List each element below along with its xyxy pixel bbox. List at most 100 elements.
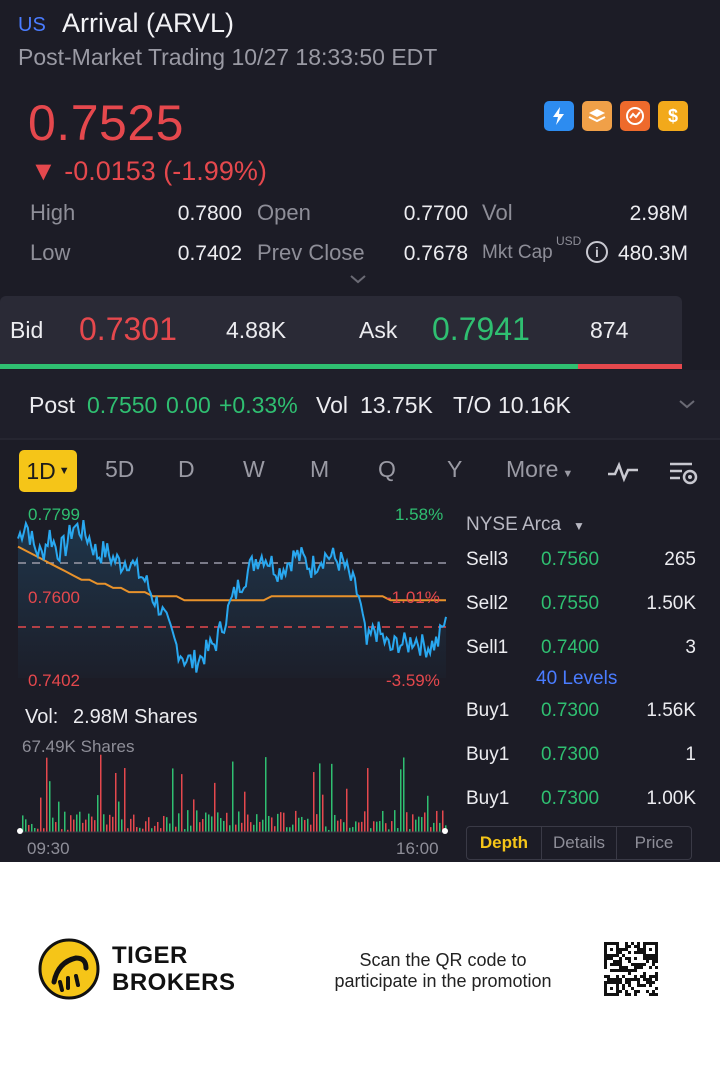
tab-d[interactable]: D bbox=[178, 456, 195, 483]
chart-pct-high: 1.58% bbox=[395, 505, 444, 524]
volume-bar bbox=[259, 821, 261, 832]
volume-bar bbox=[343, 822, 345, 832]
divider bbox=[0, 438, 720, 440]
chart-settings-icon[interactable] bbox=[667, 458, 701, 488]
depth-button[interactable]: Depth bbox=[467, 827, 542, 859]
volume-bar bbox=[415, 819, 417, 832]
volume-bar bbox=[265, 757, 267, 832]
post-to-label: T/O bbox=[453, 392, 492, 418]
volume-bar bbox=[46, 757, 48, 832]
volume-bar bbox=[139, 827, 141, 832]
volume-bar bbox=[325, 826, 327, 832]
sell-size: 265 bbox=[664, 549, 696, 570]
volume-bar bbox=[235, 824, 237, 832]
brand-line-1: TIGER bbox=[112, 942, 188, 969]
volume-bar bbox=[166, 817, 168, 832]
volume-bar bbox=[76, 814, 78, 832]
volume-bar bbox=[331, 763, 333, 832]
volume-bar bbox=[400, 769, 402, 832]
volume-bar bbox=[109, 814, 111, 832]
volume-bar bbox=[217, 812, 219, 832]
buy-price: 0.7300 bbox=[541, 744, 600, 765]
volume-bar bbox=[91, 816, 93, 832]
volume-bar bbox=[307, 818, 309, 832]
volume-bar bbox=[55, 822, 57, 832]
sell-label: Sell3 bbox=[466, 549, 509, 570]
time-end-label: 16:00 bbox=[396, 839, 439, 858]
volume-bar bbox=[43, 828, 45, 832]
volume-bar bbox=[229, 825, 231, 832]
indicator-icon[interactable] bbox=[606, 460, 640, 484]
volume-bar bbox=[52, 817, 54, 832]
details-button[interactable]: Details bbox=[542, 827, 617, 859]
volume-bar bbox=[223, 820, 225, 832]
chart-price-low: 0.7402 bbox=[28, 671, 80, 690]
ask-label: Ask bbox=[359, 317, 398, 343]
qr-code[interactable] bbox=[604, 942, 658, 996]
volume-bar bbox=[172, 768, 174, 832]
levels-link[interactable]: 40 Levels bbox=[536, 668, 617, 690]
low-value: 0.7402 bbox=[177, 242, 242, 265]
tab-5d[interactable]: 5D bbox=[105, 456, 134, 483]
chart-circle-icon[interactable] bbox=[620, 101, 650, 131]
dollar-icon[interactable]: $ bbox=[658, 101, 688, 131]
tab-m[interactable]: M bbox=[310, 456, 329, 483]
volume-bar bbox=[175, 826, 177, 832]
volume-bar bbox=[289, 827, 291, 832]
volume-bar bbox=[319, 763, 321, 832]
orderbook-sell-row: Sell2 0.7550 1.50K bbox=[466, 593, 696, 623]
volume-bar bbox=[238, 811, 240, 832]
buy-price: 0.7300 bbox=[541, 788, 600, 809]
volume-bar bbox=[349, 827, 351, 832]
volume-bar bbox=[154, 825, 156, 832]
tab-more[interactable]: More ▼ bbox=[506, 456, 573, 483]
post-change: 0.00 bbox=[166, 392, 211, 418]
exchange-selector[interactable]: NYSE Arca ▼ bbox=[466, 514, 585, 536]
volume-bar bbox=[214, 782, 216, 832]
volume-bar bbox=[100, 754, 102, 832]
lightning-icon[interactable] bbox=[544, 101, 574, 131]
volume-bar bbox=[181, 774, 183, 832]
volume-bar bbox=[406, 812, 408, 832]
expand-chevron-icon[interactable] bbox=[348, 272, 368, 286]
volume-bar bbox=[433, 822, 435, 832]
sell-size: 3 bbox=[685, 637, 696, 658]
tab-more-label: More bbox=[506, 456, 559, 482]
high-value: 0.7800 bbox=[177, 202, 242, 225]
volume-bar bbox=[103, 814, 105, 832]
orderbook-view-switch: Depth Details Price bbox=[466, 826, 692, 860]
tab-y[interactable]: Y bbox=[447, 456, 462, 483]
volume-bar bbox=[340, 819, 342, 832]
orderbook-buy-row: Buy1 0.7300 1.00K bbox=[466, 788, 696, 818]
tab-1d[interactable]: 1D ▼ bbox=[19, 450, 77, 492]
tab-w[interactable]: W bbox=[243, 456, 265, 483]
high-label: High bbox=[30, 200, 76, 225]
chart-pct-mid: -1.01% bbox=[386, 588, 440, 607]
buy-price: 0.7300 bbox=[541, 700, 600, 721]
buy-label: Buy1 bbox=[466, 700, 510, 721]
volume-bar bbox=[169, 823, 171, 832]
volume-bar bbox=[358, 822, 360, 832]
ask-strength-bar bbox=[578, 364, 682, 369]
volume-bar bbox=[397, 828, 399, 832]
volume-bar bbox=[70, 815, 72, 832]
volume-bar bbox=[427, 795, 429, 832]
caret-down-icon: ▼ bbox=[562, 468, 574, 480]
chevron-down-icon[interactable] bbox=[677, 397, 697, 411]
exchange-name: NYSE Arca bbox=[466, 514, 562, 535]
volume-bar bbox=[148, 817, 150, 832]
volume-bar bbox=[382, 810, 384, 832]
volume-bar bbox=[40, 797, 42, 832]
volume-bar bbox=[130, 818, 132, 832]
volume-bar bbox=[277, 813, 279, 832]
volume-bar bbox=[136, 827, 138, 832]
info-icon[interactable]: i bbox=[586, 241, 608, 263]
volume-bar bbox=[247, 814, 249, 832]
stack-icon[interactable] bbox=[582, 101, 612, 131]
time-start-label: 09:30 bbox=[27, 839, 70, 858]
tab-q[interactable]: Q bbox=[378, 456, 396, 483]
volume-bar bbox=[250, 822, 252, 832]
volume-bar bbox=[256, 814, 258, 832]
price-button[interactable]: Price bbox=[617, 827, 691, 859]
volume-bar bbox=[439, 822, 441, 832]
